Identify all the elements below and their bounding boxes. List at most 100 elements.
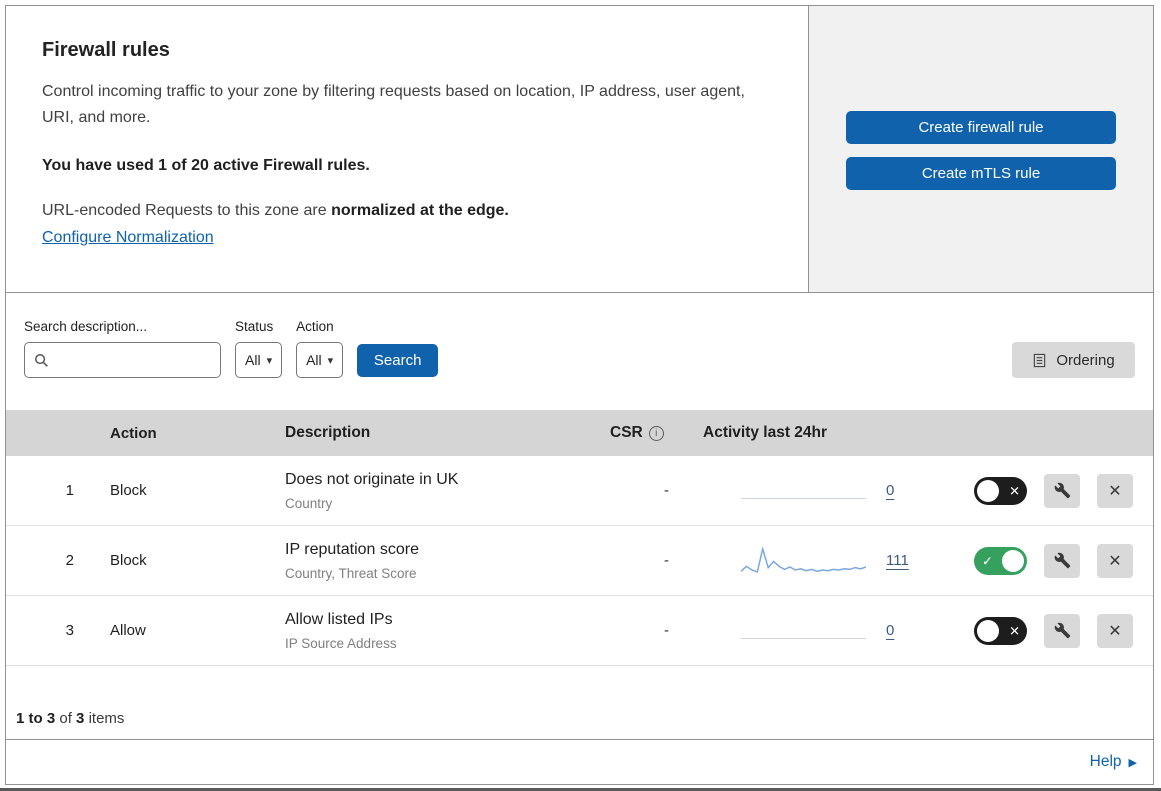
page-header: Firewall rules Control incoming traffic … xyxy=(6,6,1153,293)
delete-rule-button[interactable]: ✕ xyxy=(1097,473,1133,508)
close-icon: ✕ xyxy=(1108,482,1122,500)
rule-criteria: IP Source Address xyxy=(285,635,397,651)
rule-activity-cell: 0 xyxy=(691,474,956,508)
rule-description-cell: Does not originate in UK Country xyxy=(251,469,571,513)
filter-bar: Search description... Status All ▾ Actio… xyxy=(6,293,1153,410)
rule-activity-cell: 0 xyxy=(691,614,956,648)
items-range: 1 to 3 xyxy=(16,710,56,727)
page-description: Control incoming traffic to your zone by… xyxy=(42,83,745,126)
search-icon xyxy=(35,353,48,367)
toggle-state-icon: ✓ xyxy=(982,553,993,568)
activity-sparkline xyxy=(741,545,866,573)
help-row: Help ▶ xyxy=(6,740,1153,784)
rule-action: Block xyxy=(110,552,147,569)
rule-controls: ✓ ✕ xyxy=(956,543,1153,578)
status-selected-value: All xyxy=(245,352,261,368)
help-arrow-icon: ▶ xyxy=(1128,756,1137,769)
status-filter-group: Status All ▾ xyxy=(235,319,283,378)
rule-description-cell: IP reputation score Country, Threat Scor… xyxy=(251,539,571,583)
toggle-state-icon: ✕ xyxy=(1009,483,1020,498)
edit-rule-button[interactable] xyxy=(1044,543,1080,578)
table-row: 2 Block IP reputation score Country, Thr… xyxy=(6,526,1153,596)
close-icon: ✕ xyxy=(1108,552,1122,570)
rule-priority: 3 xyxy=(65,622,74,639)
action-select[interactable]: All ▾ xyxy=(296,342,344,378)
rule-description-cell: Allow listed IPs IP Source Address xyxy=(251,609,571,653)
rule-controls: ✕ ✕ xyxy=(956,473,1153,508)
ordering-button[interactable]: Ordering xyxy=(1012,342,1135,378)
info-icon[interactable]: i xyxy=(648,425,664,441)
search-button[interactable]: Search xyxy=(357,344,439,377)
rule-priority: 1 xyxy=(65,482,74,499)
help-link[interactable]: Help ▶ xyxy=(1090,753,1137,771)
activity-sparkline-flat xyxy=(741,474,866,508)
header-intro: Firewall rules Control incoming traffic … xyxy=(6,6,808,292)
items-label: items xyxy=(88,710,125,727)
rule-activity-cell: 111 xyxy=(691,544,956,578)
close-icon: ✕ xyxy=(1108,622,1122,640)
wrench-icon xyxy=(1054,622,1070,639)
wrench-icon xyxy=(1054,482,1070,499)
firewall-rules-page: Firewall rules Control incoming traffic … xyxy=(5,5,1154,785)
header-actions-panel: Create firewall rule Create mTLS rule xyxy=(808,6,1153,292)
activity-count-link[interactable]: 111 xyxy=(886,552,909,569)
usage-summary: You have used 1 of 20 active Firewall ru… xyxy=(42,157,370,174)
chevron-down-icon: ▾ xyxy=(266,354,273,367)
table-row: 1 Block Does not originate in UK Country… xyxy=(6,456,1153,526)
search-filter-group: Search description... xyxy=(24,319,221,378)
rule-action: Allow xyxy=(110,622,146,639)
wrench-icon xyxy=(1054,552,1070,569)
rule-description: IP reputation score xyxy=(285,540,420,558)
csr-header-label: CSR xyxy=(610,424,643,441)
search-input[interactable] xyxy=(55,352,220,368)
normalization-text: URL-encoded Requests to this zone are xyxy=(42,202,332,219)
activity-count-link[interactable]: 0 xyxy=(886,622,894,639)
rule-criteria: Country, Threat Score xyxy=(285,565,417,581)
items-of-text: of xyxy=(59,710,72,727)
status-label: Status xyxy=(235,319,274,334)
edit-rule-button[interactable] xyxy=(1044,473,1080,508)
table-header-row: Action Description CSR i Activity last 2… xyxy=(6,410,1153,456)
help-label: Help xyxy=(1089,753,1122,770)
rule-action: Block xyxy=(110,482,147,499)
rule-csr-value: - xyxy=(664,482,669,499)
column-header-description: Description xyxy=(285,424,371,441)
status-select[interactable]: All ▾ xyxy=(235,342,283,378)
rule-enable-toggle[interactable]: ✕ xyxy=(974,476,1027,505)
ordering-list-icon xyxy=(1034,353,1046,367)
delete-rule-button[interactable]: ✕ xyxy=(1097,613,1133,648)
column-header-action: Action xyxy=(110,424,157,442)
items-total: 3 xyxy=(76,710,85,727)
rule-description: Does not originate in UK xyxy=(285,470,459,488)
rule-enable-toggle[interactable]: ✓ xyxy=(974,546,1027,575)
search-box xyxy=(24,342,221,378)
toggle-knob xyxy=(1002,549,1024,572)
normalization-note: URL-encoded Requests to this zone are no… xyxy=(42,202,768,220)
action-selected-value: All xyxy=(306,352,322,368)
activity-count-link[interactable]: 0 xyxy=(886,482,894,499)
column-header-activity: Activity last 24hr xyxy=(703,424,828,441)
normalization-emphasis: normalized at the edge. xyxy=(331,202,509,219)
table-row: 3 Allow Allow listed IPs IP Source Addre… xyxy=(6,596,1153,666)
delete-rule-button[interactable]: ✕ xyxy=(1097,543,1133,578)
action-label: Action xyxy=(296,319,334,334)
create-mtls-rule-button[interactable]: Create mTLS rule xyxy=(846,157,1116,190)
toggle-knob xyxy=(977,619,999,642)
rule-priority: 2 xyxy=(65,552,74,569)
toggle-state-icon: ✕ xyxy=(1009,623,1020,638)
rule-description: Allow listed IPs xyxy=(285,610,393,628)
ordering-button-label: Ordering xyxy=(1056,351,1115,369)
action-filter-group: Action All ▾ xyxy=(296,319,344,378)
column-header-csr: CSR i xyxy=(571,424,691,442)
rule-criteria: Country xyxy=(285,495,333,511)
search-label: Search description... xyxy=(24,319,148,334)
rule-enable-toggle[interactable]: ✕ xyxy=(974,616,1027,645)
create-firewall-rule-button[interactable]: Create firewall rule xyxy=(846,111,1116,144)
edit-rule-button[interactable] xyxy=(1044,613,1080,648)
configure-normalization-link[interactable]: Configure Normalization xyxy=(42,229,214,247)
page-title: Firewall rules xyxy=(42,39,170,61)
rule-controls: ✕ ✕ xyxy=(956,613,1153,648)
pagination-summary: 1 to 3 of 3 items xyxy=(6,666,1153,740)
chevron-down-icon: ▾ xyxy=(327,354,334,367)
rule-csr-value: - xyxy=(664,552,669,569)
